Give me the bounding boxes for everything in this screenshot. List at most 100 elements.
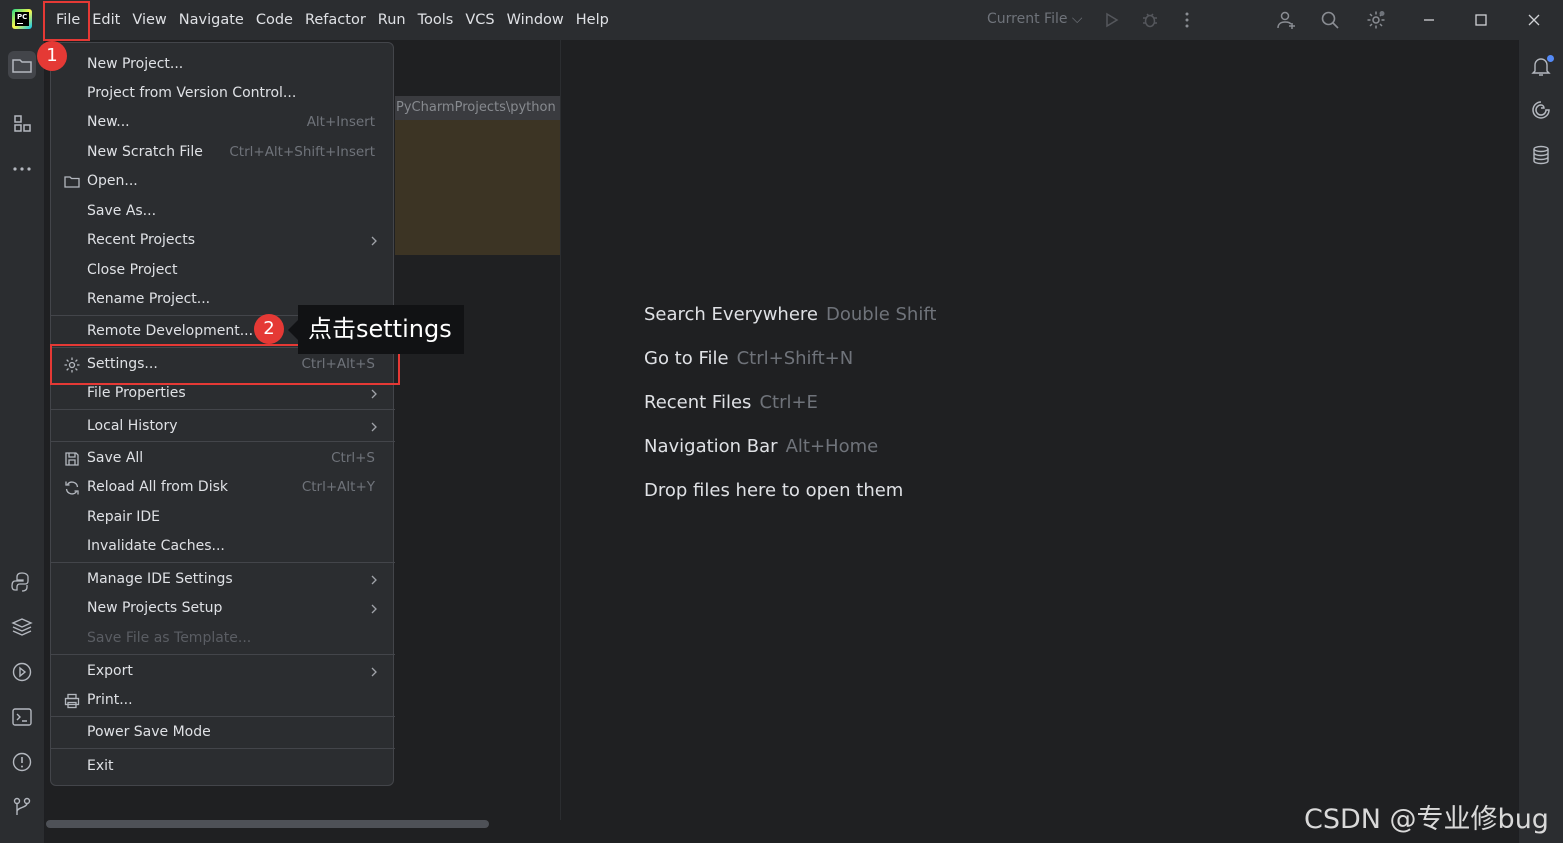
chevron-right-icon [369,572,379,588]
menu-item-repair-ide[interactable]: Repair IDE [51,504,395,532]
chevron-right-icon [369,233,379,249]
file-menu-popup: New Project... Project from Version Cont… [50,42,395,786]
menu-item-label: Save File as Template... [87,630,252,646]
menu-item-label: Exit [87,758,114,774]
notifications-icon[interactable] [1529,54,1554,78]
database-icon[interactable] [1529,143,1553,167]
menu-item-label: Manage IDE Settings [87,571,233,587]
menu-item-exit[interactable]: Exit [51,753,395,781]
menu-item-label: Reload All from Disk [87,479,228,495]
menu-item-shortcut: Ctrl+S [331,450,375,466]
menu-item-manage-ide-settings[interactable]: Manage IDE Settings [51,566,395,594]
horizontal-scrollbar[interactable] [46,820,489,828]
menu-item-save-all[interactable]: Save All Ctrl+S [51,445,395,473]
layers-icon[interactable] [8,613,36,641]
search-icon[interactable] [1320,10,1340,30]
title-bar: PC File Edit View Navigate Code Refactor… [0,0,1563,40]
annotation-tooltip: 点击settings [298,305,464,354]
menu-item-label: Local History [87,418,178,434]
hint-drop-files: Drop files here to open them [644,480,903,501]
more-horizontal-icon[interactable] [8,155,36,183]
menu-navigate[interactable]: Navigate [173,0,250,40]
menu-help[interactable]: Help [570,0,615,40]
menu-code[interactable]: Code [250,0,299,40]
menu-item-label: Rename Project... [87,291,211,307]
menu-item-new-scratch-file[interactable]: New Scratch File Ctrl+Alt+Shift+Insert [51,139,395,167]
add-user-icon[interactable] [1276,10,1296,30]
left-tool-strip [0,40,45,843]
hint-navigation-bar: Navigation Bar Alt+Home [644,436,878,457]
folder-icon [63,173,81,191]
maximize-icon[interactable] [1471,10,1491,30]
menu-vcs[interactable]: VCS [459,0,500,40]
panel-divider[interactable] [560,40,561,820]
structure-icon[interactable] [8,110,36,138]
hint-label: Navigation Bar [644,436,778,457]
folder-icon[interactable] [8,51,36,79]
menu-item-label: Save As... [87,203,157,219]
minimize-icon[interactable] [1419,10,1439,30]
pycharm-logo-icon: PC [12,9,32,29]
reload-icon [63,479,81,497]
menu-item-label: Power Save Mode [87,724,211,740]
menu-item-reload-all[interactable]: Reload All from Disk Ctrl+Alt+Y [51,474,395,502]
menu-run[interactable]: Run [372,0,412,40]
main-menu: File Edit View Navigate Code Refactor Ru… [50,0,615,40]
chevron-right-icon [369,386,379,402]
menu-item-new[interactable]: New... Alt+Insert [51,109,395,137]
menu-item-label: New... [87,114,130,130]
close-icon[interactable] [1524,10,1544,30]
menu-item-power-save-mode[interactable]: Power Save Mode [51,719,395,747]
hint-shortcut: Ctrl+Shift+N [736,348,854,369]
more-vertical-icon[interactable] [1177,10,1197,30]
menu-edit[interactable]: Edit [86,0,126,40]
python-console-icon[interactable] [8,568,36,596]
menu-refactor[interactable]: Refactor [299,0,372,40]
notification-dot [1547,55,1554,62]
menu-item-open[interactable]: Open... [51,168,395,196]
menu-item-export[interactable]: Export [51,658,395,686]
menu-separator [51,441,395,442]
menu-item-print[interactable]: Print... [51,687,395,715]
menu-item-label: Export [87,663,133,679]
run-icon[interactable] [1101,10,1121,30]
menu-item-label: New Scratch File [87,144,203,160]
menu-view[interactable]: View [126,0,172,40]
debug-icon[interactable] [1140,10,1160,30]
settings-gear-icon[interactable] [1366,10,1386,30]
git-branch-icon[interactable] [8,793,36,821]
menu-window[interactable]: Window [501,0,570,40]
menu-item-new-projects-setup[interactable]: New Projects Setup [51,595,395,623]
menu-tools[interactable]: Tools [412,0,460,40]
terminal-icon[interactable] [8,703,36,731]
menu-separator [51,409,395,410]
menu-item-project-from-vcs[interactable]: Project from Version Control... [51,80,395,108]
problems-icon[interactable] [8,748,36,776]
menu-item-local-history[interactable]: Local History [51,413,395,441]
menu-item-label: Repair IDE [87,509,161,525]
hint-label: Go to File [644,348,729,369]
menu-item-new-project[interactable]: New Project... [51,51,395,79]
menu-item-label: Invalidate Caches... [87,538,225,554]
menu-item-label: Remote Development... [87,323,254,339]
menu-item-close-project[interactable]: Close Project [51,257,395,285]
menu-item-invalidate-caches[interactable]: Invalidate Caches... [51,533,395,561]
step-badge-1: 1 [37,41,67,71]
menu-item-shortcut: Ctrl+Alt+Y [301,479,375,495]
menu-item-label: Recent Projects [87,232,196,248]
print-icon [63,692,81,710]
menu-item-shortcut: Ctrl+Alt+Shift+Insert [229,144,375,160]
project-tree-selection [395,120,560,255]
ai-assistant-icon[interactable] [1529,98,1553,122]
run-config-selector[interactable]: Current File ⌵ [987,11,1083,27]
menu-item-save-as[interactable]: Save As... [51,198,395,226]
hint-shortcut: Alt+Home [785,436,879,457]
menu-item-label: Project from Version Control... [87,85,297,101]
right-tool-strip [1518,40,1563,843]
menu-item-label: New Project... [87,56,184,72]
hint-shortcut: Double Shift [826,304,937,325]
menu-item-label: File Properties [87,385,186,401]
services-icon[interactable] [8,658,36,686]
menu-item-recent-projects[interactable]: Recent Projects [51,227,395,255]
hint-shortcut: Ctrl+E [759,392,818,413]
